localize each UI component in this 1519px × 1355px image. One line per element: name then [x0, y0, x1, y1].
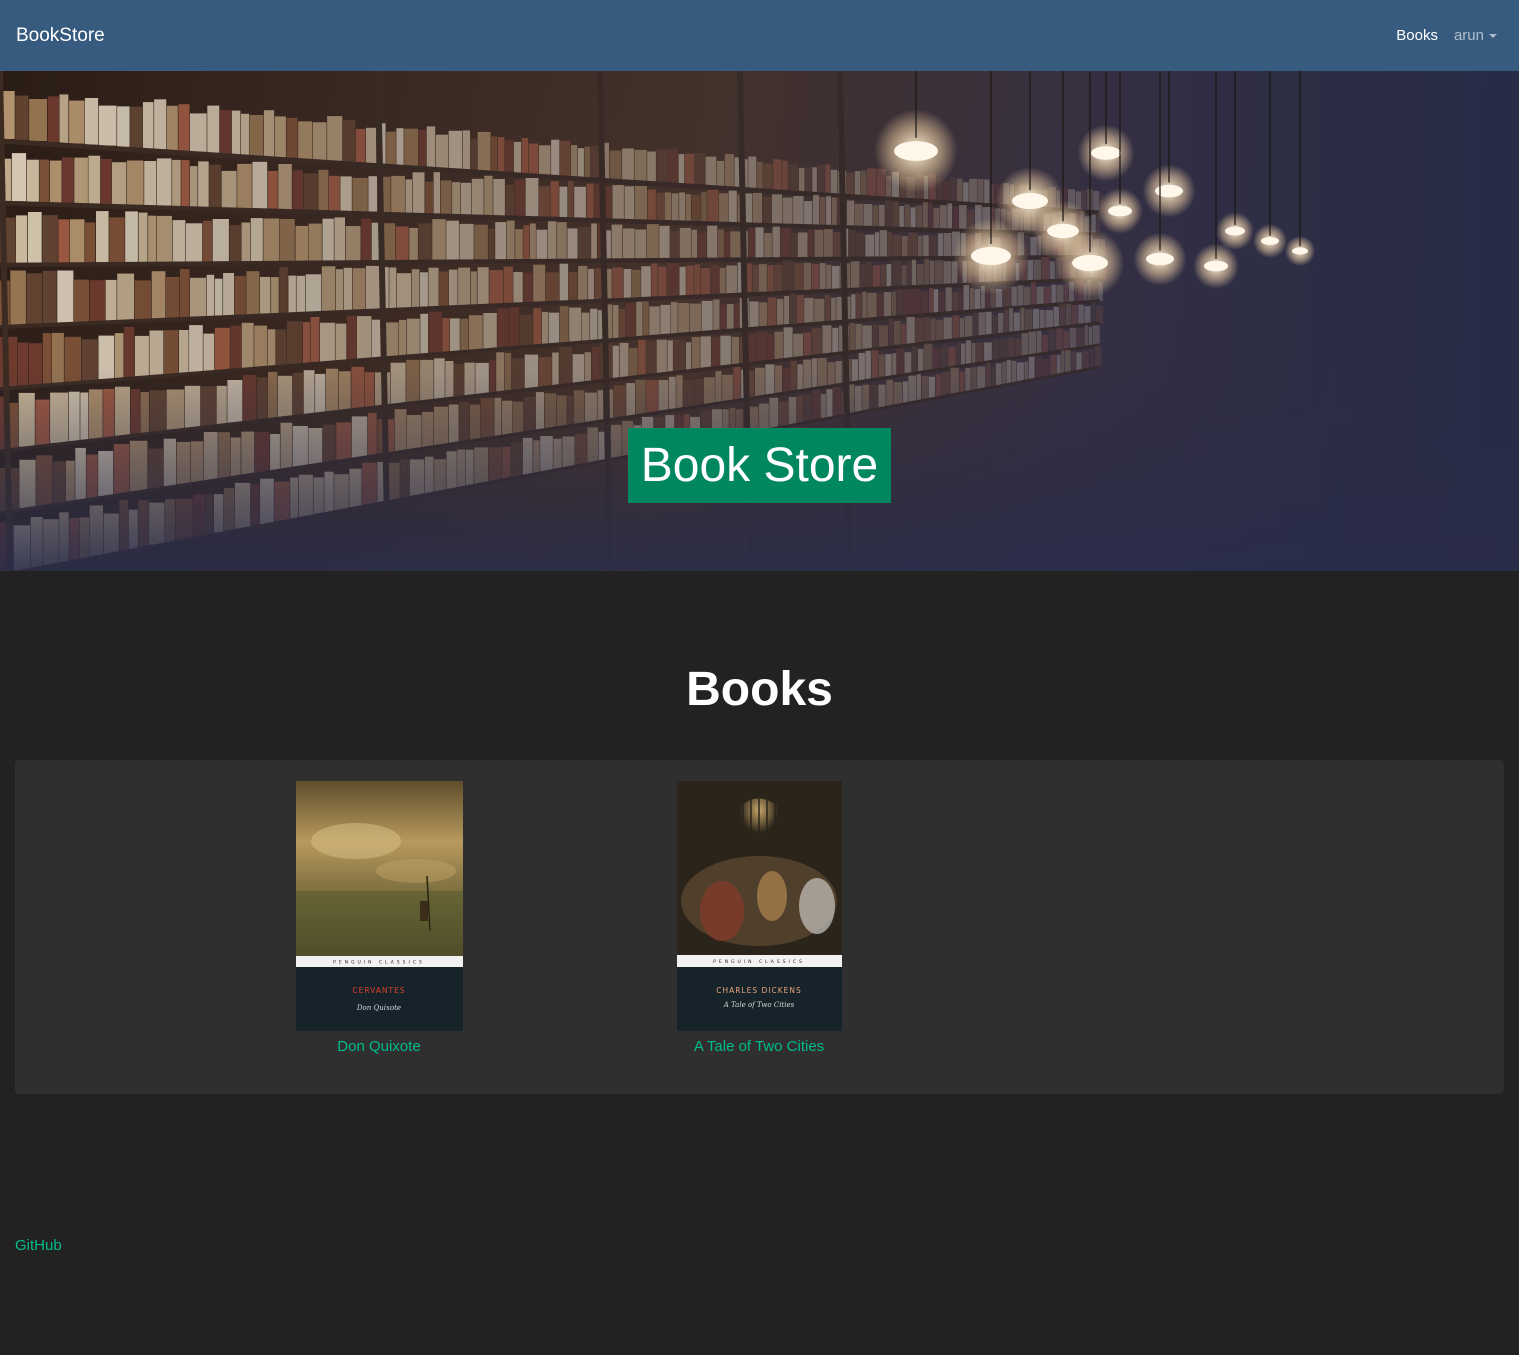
- nav-link-books[interactable]: Books: [1396, 27, 1438, 44]
- hero-banner: Book Store: [0, 71, 1519, 571]
- user-dropdown-toggle[interactable]: arun: [1454, 27, 1497, 44]
- books-heading: Books: [686, 663, 833, 716]
- user-name: arun: [1453, 27, 1484, 44]
- books-panel: PENGUIN CLASSICS CERVANTES Don Quixote D…: [15, 760, 1504, 1094]
- cover-series-text: PENGUIN CLASSICS: [713, 959, 805, 965]
- caret-down-icon: [1489, 34, 1497, 38]
- book-link-tale-of-two-cities[interactable]: A Tale of Two Cities: [694, 1038, 824, 1055]
- navbar-menu: Books arun: [1396, 27, 1497, 44]
- navbar-brand[interactable]: BookStore: [16, 25, 105, 47]
- cover-title-text: Don Quixote: [356, 1004, 401, 1012]
- cover-series-text: PENGUIN CLASSICS: [333, 960, 425, 966]
- top-navbar: BookStore Books arun: [0, 0, 1519, 71]
- cover-author-text: CHARLES DICKENS: [716, 986, 802, 995]
- hero-title: Book Store: [628, 428, 891, 503]
- book-link-don-quixote[interactable]: Don Quixote: [337, 1038, 420, 1055]
- cover-title-text: A Tale of Two Cities: [723, 1001, 795, 1009]
- book-cover-don-quixote[interactable]: PENGUIN CLASSICS CERVANTES Don Quixote: [296, 781, 463, 1031]
- cover-author-text: CERVANTES: [352, 986, 405, 995]
- book-cover-tale-of-two-cities[interactable]: PENGUIN CLASSICS CHARLES DICKENS A Tale …: [677, 781, 842, 1031]
- footer-github-link[interactable]: GitHub: [15, 1237, 62, 1254]
